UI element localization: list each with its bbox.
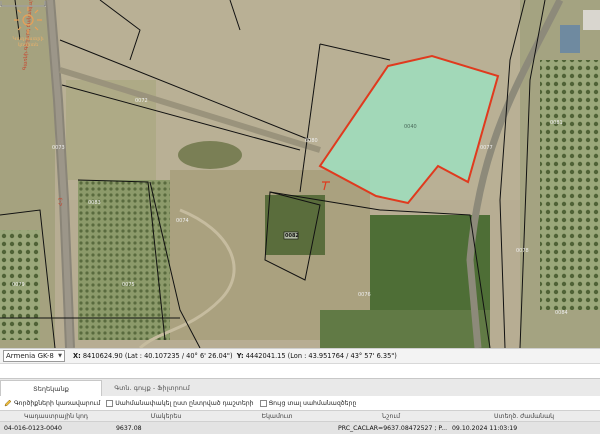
- parcel-label: 0077: [480, 145, 493, 151]
- parcel-label: 0040: [404, 124, 417, 130]
- show-boundaries-checkbox[interactable]: Ցույց տալ սահմանազծերը: [259, 399, 357, 407]
- panel-toolbar: Գործիքների կառավարում Սահմանափակել ըստ ը…: [0, 396, 600, 410]
- column-header[interactable]: Մակերես: [112, 413, 220, 420]
- chevron-down-icon: ▼: [58, 353, 62, 359]
- parcel-label: 0074: [176, 218, 189, 224]
- parcel-label: 0075: [122, 282, 135, 288]
- y-label: Y:: [236, 352, 244, 360]
- tab-info[interactable]: Տեղեկանք: [0, 380, 102, 396]
- table-header-row: Կադաստրային կոդ Մակերես Եկամուտ Նշում Ստ…: [0, 410, 600, 422]
- parcel-label: 0082: [285, 233, 299, 239]
- lon-value: (Lon : 43.951764 / 43° 57' 6.35"): [287, 352, 397, 360]
- checkbox-box[interactable]: [106, 399, 114, 407]
- tools-manage-label: Գործիքների կառավարում: [14, 399, 101, 407]
- checkbox-label: Ցույց տալ սահմանազծերը: [268, 399, 357, 407]
- pencil-icon: [4, 399, 12, 407]
- parcel-label: 0081: [550, 120, 563, 126]
- tools-manage-button[interactable]: Գործիքների կառավարում: [4, 399, 100, 407]
- table-row[interactable]: 04-016-0123-0040 9637.08 PRC_CACLAR=9637…: [0, 422, 600, 434]
- results-table: Կադաստրային կոդ Մակերես Եկամուտ Նշում Ստ…: [0, 410, 600, 435]
- y-value: 4442041.15: [245, 352, 286, 360]
- crs-value: Armenia GK-8: [6, 352, 54, 360]
- column-header[interactable]: Ստեղծ. ժամանակ: [448, 413, 600, 420]
- coordinate-readout: X: 8410624.90 (Lat : 40.107235 / 40° 6' …: [73, 352, 397, 360]
- created-time-cell: 09.10.2024 11:03:19: [452, 424, 518, 432]
- tab-property-filter[interactable]: Գտն. գույք - Ֆիլտրում: [102, 380, 202, 396]
- cadastral-code-cell: 04-016-0123-0040: [4, 424, 62, 432]
- note-cell: PRC_CACLAR=9637.08472527 ; P...: [338, 424, 448, 432]
- parcel-label: 0076: [358, 292, 371, 298]
- parcel-label: 0079: [12, 282, 25, 288]
- scale-bar: [0, 1, 46, 7]
- column-header[interactable]: Կադաստրային կոդ: [0, 413, 112, 420]
- cadastre-logo: [14, 6, 42, 34]
- crs-select[interactable]: Armenia GK-8 ▼: [3, 350, 65, 362]
- parcel-label: 0083: [88, 200, 101, 206]
- x-label: X:: [73, 352, 81, 360]
- checkbox-box[interactable]: [259, 399, 267, 407]
- parcel-label: 0072: [135, 98, 148, 104]
- bottom-panel-tabs: Տեղեկանք Գտն. գույք - Ֆիլտրում: [0, 378, 600, 396]
- panel-splitter[interactable]: [0, 364, 600, 378]
- tab-label: Գտն. գույք - Ֆիլտրում: [114, 384, 190, 392]
- logo-text: Կադաստրի կոմիտե: [12, 36, 44, 48]
- limit-fields-checkbox[interactable]: Սահմանափակել ըստ ընտրված դաշտերի: [106, 399, 254, 407]
- map-view[interactable]: 0040 0072 0073 0074 0075 0076 0077 0078 …: [0, 0, 600, 348]
- road-label: Հ-3: [58, 197, 65, 207]
- lat-value: (Lat : 40.107235 / 40° 6' 26.04"): [124, 352, 233, 360]
- parcel-label: 0080: [305, 138, 318, 144]
- tab-label: Տեղեկանք: [33, 384, 69, 393]
- coordinate-status-bar: Armenia GK-8 ▼ X: 8410624.90 (Lat : 40.1…: [0, 348, 600, 364]
- column-header[interactable]: Եկամուտ: [220, 413, 334, 420]
- column-header[interactable]: Նշում: [334, 413, 448, 420]
- parcel-label: 0078: [516, 248, 529, 254]
- checkbox-label: Սահմանափակել ըստ ընտրված դաշտերի: [115, 399, 254, 407]
- area-cell: 9637.08: [116, 424, 142, 432]
- x-value: 8410624.90: [82, 352, 123, 360]
- parcel-label: 0084: [555, 310, 568, 316]
- satellite-map[interactable]: [0, 0, 600, 348]
- parcel-label: 0073: [52, 145, 65, 151]
